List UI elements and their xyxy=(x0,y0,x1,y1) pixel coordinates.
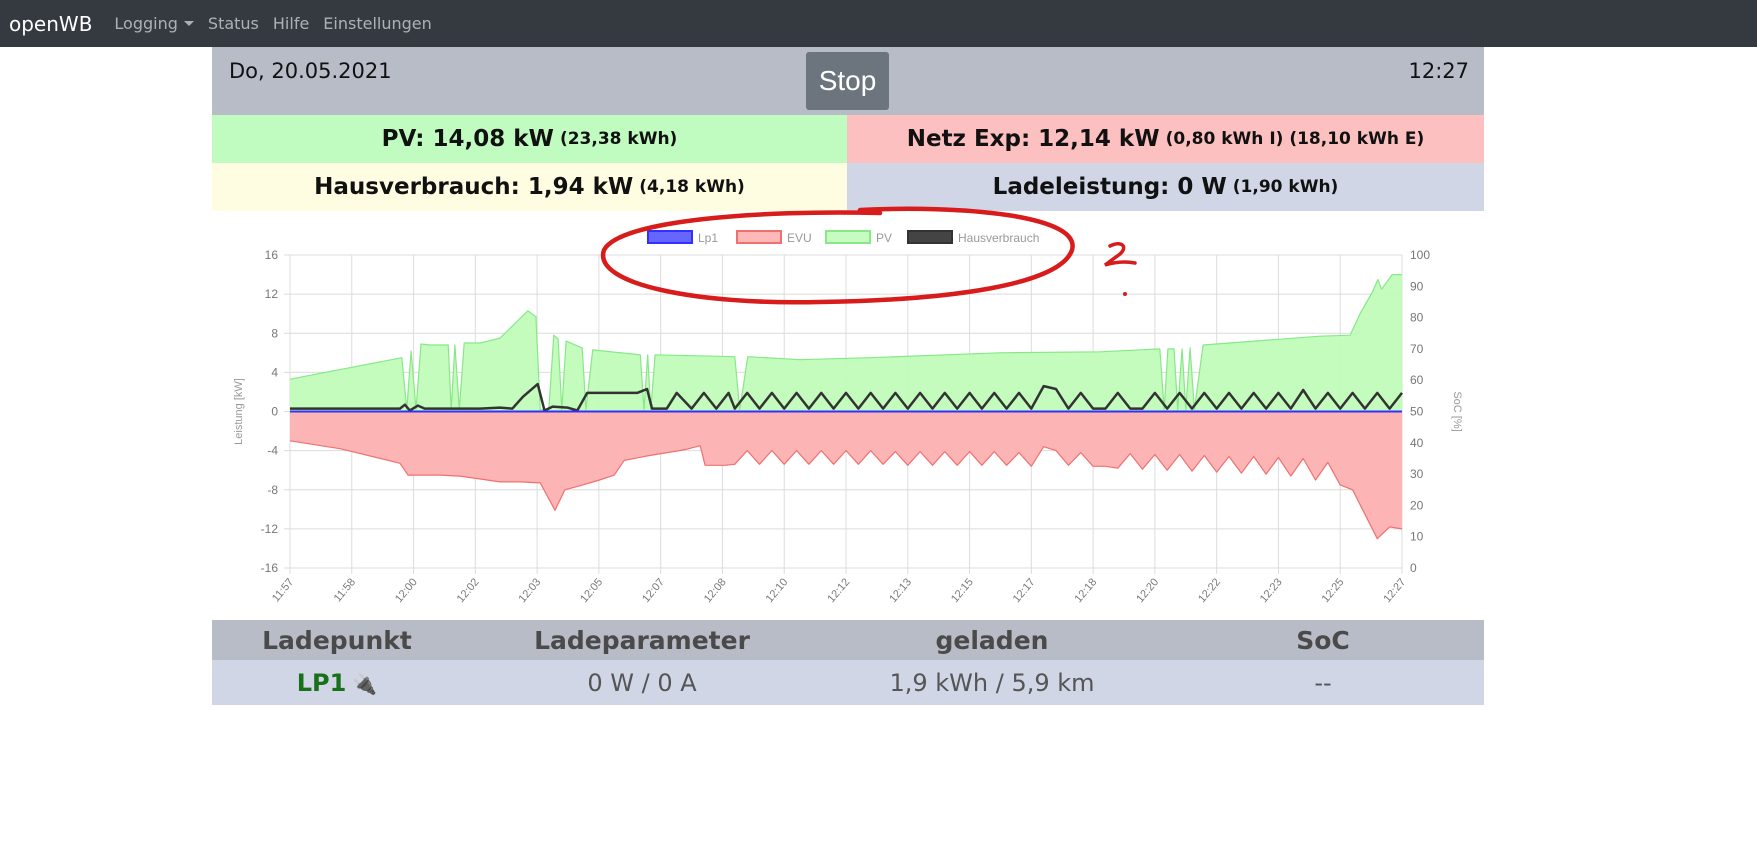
pv-power: PV: 14,08 kW xyxy=(381,126,554,152)
netz-energy: (0,80 kWh I) (18,10 kWh E) xyxy=(1165,129,1425,149)
lp1-cell[interactable]: LP1 🔌 xyxy=(212,669,462,697)
haus-summary: Hausverbrauch: 1,94 kW (4,18 kWh) xyxy=(212,163,847,211)
netz-power: Netz Exp: 12,14 kW xyxy=(906,126,1160,152)
nav-logging[interactable]: Logging xyxy=(114,14,194,33)
header-ladepunkt: Ladepunkt xyxy=(262,625,412,655)
chargepoint-table: Ladepunkt Ladeparameter geladen SoC LP1 🔌… xyxy=(212,620,1484,705)
legend-swatch-hausverbrauch xyxy=(907,230,953,244)
y2-tick-label: 60 xyxy=(1410,373,1424,387)
legend-swatch-evu xyxy=(736,230,782,244)
lp-charged: 1,9 kWh / 5,9 km xyxy=(889,668,1095,697)
stop-button[interactable]: Stop xyxy=(806,52,889,110)
power-chart: 1612840-4-8-12-1610090807060504030201001… xyxy=(233,230,1463,605)
x-tick-label: 12:05 xyxy=(578,576,605,605)
nav-logging-label: Logging xyxy=(114,14,178,33)
header-geladen: geladen xyxy=(935,625,1049,655)
x-tick-label: 12:13 xyxy=(887,576,914,605)
x-tick-label: 12:07 xyxy=(640,576,667,605)
x-tick-label: 12:15 xyxy=(949,576,976,605)
y-tick-label: -8 xyxy=(267,483,278,497)
y2-tick-label: 80 xyxy=(1410,311,1424,325)
x-tick-label: 12:08 xyxy=(702,576,729,605)
legend-label-lp1: Lp1 xyxy=(698,231,718,245)
y2-tick-label: 0 xyxy=(1410,561,1417,575)
x-tick-label: 12:03 xyxy=(517,576,544,605)
y2-tick-label: 100 xyxy=(1410,248,1430,262)
lp-soc: -- xyxy=(1314,668,1332,697)
netz-summary: Netz Exp: 12,14 kW (0,80 kWh I) (18,10 kW… xyxy=(847,115,1484,163)
y-tick-label: 4 xyxy=(271,365,278,379)
header-soc: SoC xyxy=(1296,625,1350,655)
y-tick-label: -4 xyxy=(267,444,278,458)
x-tick-label: 11:58 xyxy=(332,576,358,604)
x-tick-label: 12:27 xyxy=(1381,576,1408,605)
plug-icon: 🔌 xyxy=(352,671,378,696)
y2-axis-label: SoC [%] xyxy=(1451,391,1463,431)
lade-summary: Ladeleistung: 0 W (1,90 kWh) xyxy=(847,163,1484,211)
header-ladeparameter: Ladeparameter xyxy=(534,625,750,655)
y2-tick-label: 20 xyxy=(1410,498,1424,512)
haus-power: Hausverbrauch: 1,94 kW xyxy=(314,174,634,200)
x-tick-label: 12:17 xyxy=(1011,576,1038,605)
x-tick-label: 12:18 xyxy=(1073,576,1100,605)
y-tick-label: 12 xyxy=(265,287,279,301)
x-tick-label: 12:22 xyxy=(1196,576,1223,605)
date-text: Do, 20.05.2021 xyxy=(229,59,392,83)
summary-grid: PV: 14,08 kW (23,38 kWh) Netz Exp: 12,14 … xyxy=(212,115,1484,211)
date-row: Do, 20.05.2021 Stop 12:27 xyxy=(212,47,1484,115)
x-tick-label: 12:10 xyxy=(764,576,791,605)
lade-energy: (1,90 kWh) xyxy=(1232,177,1339,197)
lp-params: 0 W / 0 A xyxy=(587,668,697,697)
y2-tick-label: 10 xyxy=(1410,530,1424,544)
y-axis-label: Leistung [kW] xyxy=(233,378,245,445)
pv-energy: (23,38 kWh) xyxy=(559,129,678,149)
caret-down-icon xyxy=(183,21,194,26)
x-tick-label: 12:20 xyxy=(1134,576,1161,605)
nav-einstellungen[interactable]: Einstellungen xyxy=(323,14,431,33)
time-text: 12:27 xyxy=(1408,59,1469,83)
legend-swatch-lp1 xyxy=(647,230,693,244)
table-header: Ladepunkt Ladeparameter geladen SoC xyxy=(212,620,1484,660)
y-tick-label: -16 xyxy=(261,561,279,575)
pv-summary: PV: 14,08 kW (23,38 kWh) xyxy=(212,115,847,163)
y-tick-label: 16 xyxy=(265,248,279,262)
table-row[interactable]: LP1 🔌 0 W / 0 A 1,9 kWh / 5,9 km -- xyxy=(212,660,1484,705)
y-tick-label: 8 xyxy=(271,326,278,340)
y-tick-label: 0 xyxy=(271,405,278,419)
x-tick-label: 11:57 xyxy=(270,576,296,604)
y2-tick-label: 30 xyxy=(1410,467,1424,481)
y2-tick-label: 40 xyxy=(1410,436,1424,450)
lp-name: LP1 xyxy=(296,668,347,697)
haus-energy: (4,18 kWh) xyxy=(639,177,745,197)
x-tick-label: 12:23 xyxy=(1258,576,1285,605)
main-container: Do, 20.05.2021 Stop 12:27 PV: 14,08 kW (2… xyxy=(212,47,1484,211)
x-tick-label: 12:25 xyxy=(1320,576,1347,605)
x-tick-label: 12:00 xyxy=(393,576,420,605)
lade-power: Ladeleistung: 0 W xyxy=(992,174,1227,200)
legend-label-hausverbrauch: Hausverbrauch xyxy=(958,231,1039,245)
x-tick-label: 12:02 xyxy=(455,576,482,605)
legend-label-evu: EVU xyxy=(787,231,812,245)
y2-tick-label: 50 xyxy=(1410,405,1424,419)
nav-status[interactable]: Status xyxy=(208,14,259,33)
y-tick-label: -12 xyxy=(261,522,279,536)
x-tick-label: 12:12 xyxy=(825,576,852,605)
y2-tick-label: 90 xyxy=(1410,279,1424,293)
navbar: openWB Logging Status Hilfe Einstellunge… xyxy=(0,0,1757,47)
nav-hilfe[interactable]: Hilfe xyxy=(273,14,309,33)
y2-tick-label: 70 xyxy=(1410,342,1424,356)
brand-logo[interactable]: openWB xyxy=(9,12,92,36)
legend-swatch-pv xyxy=(825,230,871,244)
legend-label-pv: PV xyxy=(876,231,892,245)
